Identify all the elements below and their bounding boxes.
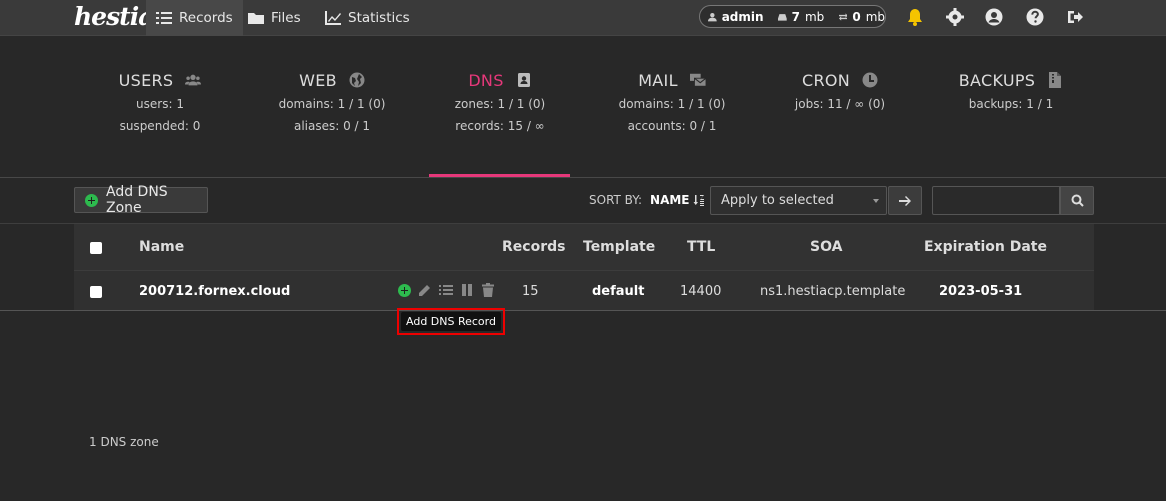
col-soa[interactable]: SOA — [810, 239, 842, 255]
zone-soa: ns1.hestiacp.template — [760, 284, 906, 299]
list-icon — [156, 12, 172, 24]
bandwidth-unit: mb — [865, 9, 885, 24]
stat-mail-line2: accounts: 0 / 1 — [627, 119, 717, 133]
table-header: Name Records Template TTL SOA Expiration… — [74, 224, 1094, 270]
user-icon — [708, 12, 717, 21]
row-actions — [398, 283, 495, 297]
zone-count: 1 DNS zone — [89, 435, 159, 449]
bandwidth-value: 0 — [852, 9, 861, 24]
stat-web-title: WEB — [299, 70, 337, 90]
stat-web-line2: aliases: 0 / 1 — [293, 119, 371, 133]
stat-dns-line2: records: 15 / ∞ — [455, 119, 545, 133]
nav-files[interactable]: Files — [238, 0, 311, 36]
help-icon[interactable] — [1025, 7, 1045, 27]
chart-line-icon — [325, 11, 341, 25]
stat-users-title: USERS — [118, 70, 174, 90]
stat-cron-line1: jobs: 11 / ∞ (0) — [794, 97, 886, 111]
stat-users-line1: users: 1 — [136, 97, 184, 111]
disk-usage-unit: mb — [804, 9, 825, 24]
stat-cron[interactable]: CRON jobs: 11 / ∞ (0) — [758, 70, 922, 112]
chevron-down-icon — [873, 199, 879, 203]
sort-control[interactable]: SORT BY: NAME — [589, 193, 705, 207]
globe-icon — [349, 72, 365, 88]
file-archive-icon — [1049, 72, 1062, 88]
nav-records-label: Records — [179, 10, 233, 26]
stat-web[interactable]: WEB domains: 1 / 1 (0) aliases: 0 / 1 — [246, 70, 418, 134]
add-record-icon[interactable] — [398, 283, 411, 297]
stat-mail-title: MAIL — [638, 70, 678, 90]
zone-template: default — [592, 284, 645, 299]
search-icon — [1071, 194, 1084, 207]
stat-cron-title: CRON — [801, 70, 851, 90]
stat-web-line1: domains: 1 / 1 (0) — [278, 97, 386, 111]
list-icon[interactable] — [439, 283, 453, 297]
sort-field: NAME — [650, 193, 690, 207]
pencil-icon[interactable] — [418, 283, 432, 297]
stat-mail-line1: domains: 1 / 1 (0) — [618, 97, 726, 111]
tooltip: Add DNS Record — [397, 308, 505, 335]
disk-usage-value: 7 — [791, 9, 800, 24]
transfer-icon — [838, 12, 848, 21]
stat-backups[interactable]: BACKUPS backups: 1 / 1 — [928, 70, 1094, 112]
gear-icon[interactable] — [945, 7, 965, 27]
top-bar: hestia Records Files Statistics admin 7 … — [0, 0, 1166, 36]
clock-icon — [862, 72, 878, 88]
stat-users[interactable]: USERS users: 1 suspended: 0 — [74, 70, 246, 134]
logout-icon[interactable] — [1065, 7, 1085, 27]
stat-dns-line1: zones: 1 / 1 (0) — [454, 97, 546, 111]
add-dns-zone-button[interactable]: Add DNS Zone — [74, 184, 208, 216]
user-circle-icon[interactable] — [984, 7, 1004, 27]
col-template[interactable]: Template — [583, 239, 655, 255]
hard-drive-icon — [777, 13, 787, 21]
tooltip-text: Add DNS Record — [401, 312, 501, 331]
col-ttl[interactable]: TTL — [687, 239, 715, 255]
bell-icon[interactable] — [905, 7, 925, 27]
arrow-right-icon — [898, 195, 911, 206]
pause-icon[interactable] — [460, 283, 474, 297]
apply-bulk-button[interactable] — [888, 186, 922, 215]
trash-icon[interactable] — [481, 283, 495, 297]
hestia-logo[interactable]: hestia — [74, 2, 154, 31]
row-divider — [0, 310, 1166, 311]
stat-users-line2: suspended: 0 — [119, 119, 201, 133]
table-row[interactable]: 200712.fornex.cloud 15 default 14400 ns1… — [74, 270, 1094, 310]
zone-expiration: 2023-05-31 — [939, 284, 1023, 299]
zone-ttl: 14400 — [680, 284, 722, 299]
sort-alpha-icon — [693, 195, 704, 206]
col-records[interactable]: Records — [502, 239, 565, 255]
search-input[interactable] — [932, 186, 1060, 215]
address-book-icon — [517, 73, 530, 87]
mail-bulk-icon — [689, 73, 706, 87]
nav-files-label: Files — [271, 10, 301, 26]
users-icon — [185, 74, 202, 86]
nav-statistics-label: Statistics — [348, 10, 410, 26]
zone-name[interactable]: 200712.fornex.cloud — [139, 284, 290, 299]
col-expiration[interactable]: Expiration Date — [924, 239, 1047, 255]
stat-mail[interactable]: MAIL domains: 1 / 1 (0) accounts: 0 / 1 — [590, 70, 754, 134]
row-checkbox[interactable] — [90, 286, 102, 298]
add-dns-zone-label: Add DNS Zone — [106, 184, 168, 216]
zone-records: 15 — [522, 284, 539, 299]
plus-circle-icon — [85, 193, 98, 207]
sort-by-label: SORT BY: — [589, 193, 643, 207]
select-all-checkbox[interactable] — [90, 242, 102, 254]
stats-divider — [0, 177, 1166, 178]
search-button[interactable] — [1060, 186, 1094, 215]
nav-records[interactable]: Records — [146, 0, 243, 36]
nav-statistics[interactable]: Statistics — [315, 0, 420, 36]
stat-backups-title: BACKUPS — [958, 70, 1036, 90]
stat-dns-title: DNS — [468, 70, 504, 90]
bulk-action-value: Apply to selected — [721, 193, 834, 208]
stat-backups-line1: backups: 1 / 1 — [968, 97, 1054, 111]
col-name[interactable]: Name — [139, 239, 184, 255]
user-summary[interactable]: admin 7 mb 0 mb — [699, 5, 886, 28]
stat-dns[interactable]: DNS zones: 1 / 1 (0) records: 15 / ∞ — [418, 70, 582, 134]
folder-icon — [248, 13, 264, 24]
username: admin — [721, 9, 764, 24]
bulk-action-select[interactable]: Apply to selected — [710, 186, 887, 215]
